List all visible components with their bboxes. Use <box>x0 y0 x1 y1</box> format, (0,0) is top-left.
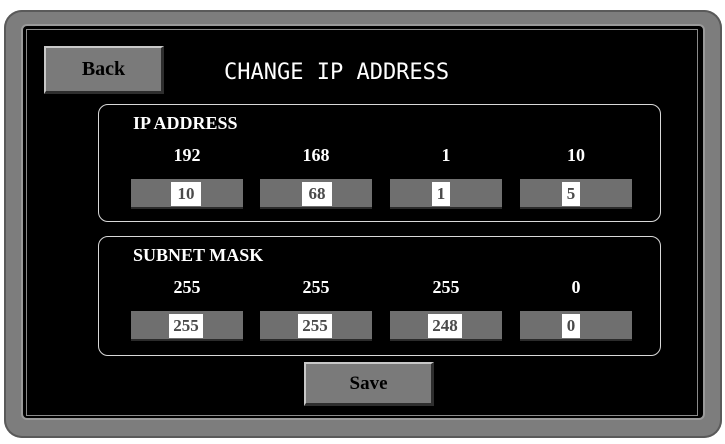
mask-octet-3-value: 248 <box>428 314 462 338</box>
mask-octet-4-value: 0 <box>562 314 580 338</box>
mask-octet-3-input[interactable]: 248 <box>390 311 502 341</box>
ip-current-octet-1: 192 <box>173 145 201 165</box>
back-button[interactable]: Back <box>44 46 164 94</box>
mask-current-octet-3: 255 <box>432 277 460 297</box>
mask-octet-2-input[interactable]: 255 <box>260 311 372 341</box>
ip-current-octet-2: 168 <box>302 145 330 165</box>
subnet-mask-label: SUBNET MASK <box>133 245 264 265</box>
ip-octet-2-input[interactable]: 68 <box>260 179 372 209</box>
ip-address-label: IP ADDRESS <box>133 113 238 133</box>
mask-octet-1-input[interactable]: 255 <box>131 311 243 341</box>
ip-octet-4-input[interactable]: 5 <box>520 179 632 209</box>
ip-octet-1-input[interactable]: 10 <box>131 179 243 209</box>
ip-octet-3-value: 1 <box>432 182 450 206</box>
ip-current-octet-4: 10 <box>567 145 585 165</box>
mask-current-octet-1: 255 <box>173 277 201 297</box>
ip-octet-4-value: 5 <box>562 182 580 206</box>
subnet-mask-group: SUBNET MASK 255 255 255 0 255 255 248 0 <box>98 236 661 356</box>
mask-octet-4-input[interactable]: 0 <box>520 311 632 341</box>
ip-address-group: IP ADDRESS 192 168 1 10 10 68 1 5 <box>98 104 661 222</box>
mask-octet-1-value: 255 <box>169 314 203 338</box>
mask-current-octet-2: 255 <box>302 277 330 297</box>
page-title: CHANGE IP ADDRESS <box>224 60 450 85</box>
mask-current-octet-4: 0 <box>571 277 581 297</box>
mask-octet-2-value: 255 <box>298 314 332 338</box>
ip-current-octet-3: 1 <box>441 145 451 165</box>
ip-octet-2-value: 68 <box>302 182 332 206</box>
ip-octet-1-value: 10 <box>171 182 201 206</box>
ip-octet-3-input[interactable]: 1 <box>390 179 502 209</box>
save-button[interactable]: Save <box>304 362 434 406</box>
